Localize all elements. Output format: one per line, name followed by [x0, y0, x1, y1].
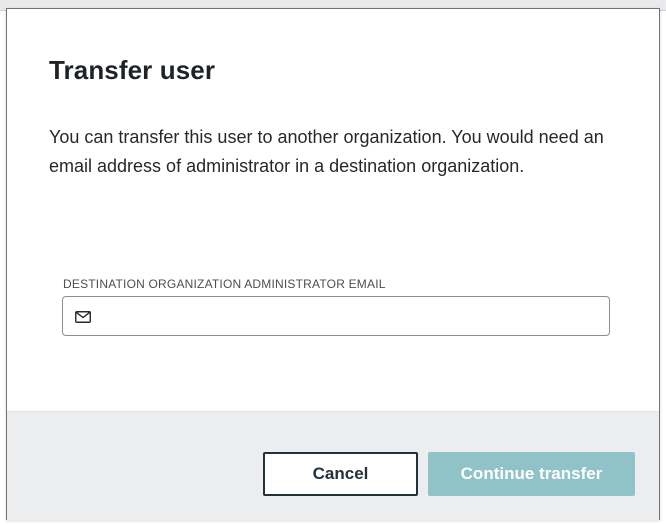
- cancel-button[interactable]: Cancel: [263, 452, 418, 496]
- dialog-title: Transfer user: [49, 55, 216, 85]
- email-field[interactable]: [62, 296, 610, 336]
- email-field-label: DESTINATION ORGANIZATION ADMINISTRATOR E…: [63, 277, 386, 291]
- page: Transfer user You can transfer this user…: [0, 0, 666, 525]
- dialog-footer: Cancel Continue transfer: [7, 411, 659, 520]
- transfer-user-dialog: Transfer user You can transfer this user…: [6, 8, 660, 520]
- email-input[interactable]: [101, 301, 601, 331]
- dialog-description: You can transfer this user to another or…: [49, 127, 604, 176]
- continue-transfer-button[interactable]: Continue transfer: [428, 452, 635, 496]
- mail-icon: [75, 310, 91, 323]
